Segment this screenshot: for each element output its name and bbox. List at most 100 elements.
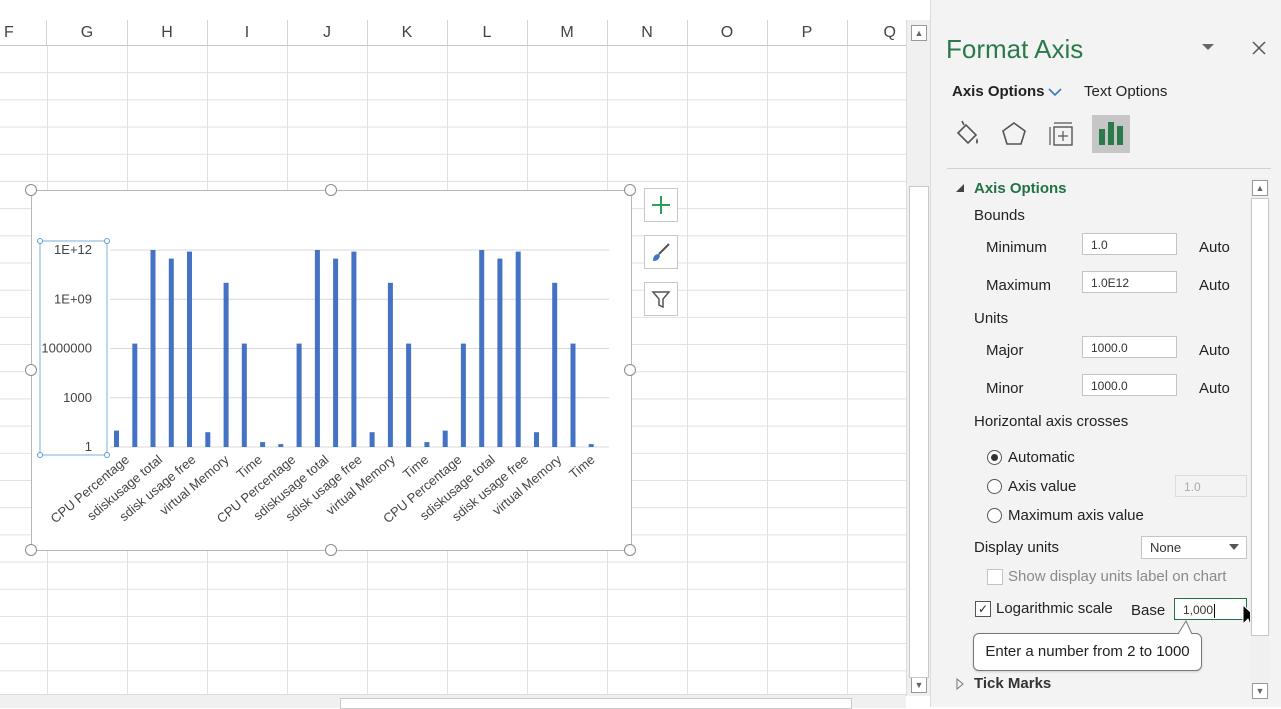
show-display-units-label: Show display units label on chart [1008, 568, 1227, 585]
minimum-input[interactable]: 1.0 [1082, 233, 1177, 255]
column-header-row: F G H I J K L M N O P Q [0, 20, 906, 46]
bar [314, 250, 320, 447]
column-header[interactable]: F [0, 20, 47, 45]
base-tooltip: Enter a number from 2 to 1000 [973, 633, 1202, 671]
column-header[interactable]: H [127, 20, 208, 45]
resize-handle[interactable] [325, 544, 337, 556]
size-properties-tab[interactable] [1045, 116, 1081, 152]
chart-elements-button[interactable] [644, 188, 678, 222]
axis-handle [37, 452, 43, 458]
bar [588, 444, 594, 447]
column-header[interactable]: G [47, 20, 128, 45]
x-tick-label: Time [566, 452, 597, 482]
display-units-value: None [1150, 540, 1182, 555]
section-axis-options[interactable]: Axis Options [974, 180, 1067, 197]
automatic-label[interactable]: Automatic [1008, 449, 1075, 466]
tab-divider [947, 168, 1271, 169]
axis-value-radio[interactable] [987, 479, 1002, 494]
chevron-down-icon[interactable] [1048, 87, 1062, 97]
automatic-radio[interactable] [987, 450, 1002, 465]
axis-handle [104, 238, 110, 244]
column-header[interactable]: O [687, 20, 768, 45]
bar [351, 251, 357, 447]
gridlines [110, 249, 609, 448]
show-display-units-checkbox[interactable] [987, 569, 1003, 585]
units-label: Units [974, 310, 1009, 327]
base-input[interactable]: 1,000 [1174, 598, 1247, 620]
horizontal-scroll-thumb[interactable] [340, 698, 852, 709]
effects-tab[interactable] [996, 116, 1032, 152]
column-header[interactable]: M [527, 20, 608, 45]
maximum-input[interactable]: 1.0E12 [1082, 271, 1177, 293]
major-auto-button[interactable]: Auto [1199, 342, 1230, 359]
pane-scroll-up-icon[interactable]: ▲ [1252, 180, 1268, 196]
tab-axis-options[interactable]: Axis Options [952, 83, 1045, 100]
resize-handle[interactable] [25, 544, 37, 556]
resize-handle[interactable] [624, 364, 636, 376]
bar [296, 343, 302, 447]
x-axis-tick-labels: CPU Percentagesdiskusage totalsdisk usag… [48, 451, 598, 526]
scroll-up-icon[interactable]: ▲ [911, 25, 927, 41]
resize-handle[interactable] [25, 364, 37, 376]
pane-scroll-thumb[interactable] [1251, 198, 1269, 636]
formula-bar-strip [0, 0, 930, 21]
bar [278, 444, 284, 447]
collapse-triangle-icon[interactable] [955, 183, 965, 193]
log-scale-label[interactable]: Logarithmic scale [996, 600, 1113, 617]
y-tick-label: 1E+09 [54, 291, 92, 306]
display-units-label: Display units [974, 539, 1060, 556]
log-scale-checkbox[interactable]: ✓ [975, 601, 991, 617]
chart-styles-button[interactable] [644, 235, 678, 269]
maximum-axis-value-label[interactable]: Maximum axis value [1008, 507, 1144, 524]
maximum-auto-button[interactable]: Auto [1199, 277, 1230, 294]
pane-scrollbar[interactable]: ▲ ▼ [1250, 178, 1270, 699]
maximum-axis-value-radio[interactable] [987, 508, 1002, 523]
vertical-scroll-thumb[interactable] [909, 186, 929, 678]
minor-input[interactable]: 1000.0 [1082, 374, 1177, 396]
column-header[interactable]: K [367, 20, 448, 45]
resize-handle[interactable] [624, 184, 636, 196]
column-header[interactable]: Q [847, 20, 906, 45]
minor-label: Minor [986, 380, 1024, 397]
bar [424, 442, 430, 447]
axis-options-tab[interactable] [1092, 115, 1130, 153]
column-header[interactable]: J [287, 20, 368, 45]
bar [460, 343, 466, 447]
pane-options-icon[interactable] [1201, 42, 1215, 52]
bar [369, 432, 375, 447]
column-header[interactable]: P [767, 20, 848, 45]
chart-filters-button[interactable] [644, 282, 678, 316]
size-properties-icon [1049, 122, 1073, 146]
close-icon[interactable] [1252, 41, 1266, 55]
bar [570, 343, 576, 447]
bar [132, 343, 138, 447]
pane-scroll-down-icon[interactable]: ▼ [1252, 683, 1268, 699]
expand-triangle-icon[interactable] [955, 678, 965, 690]
column-header[interactable]: I [207, 20, 288, 45]
bar [515, 251, 521, 447]
minimum-auto-button[interactable]: Auto [1199, 239, 1230, 256]
minor-auto-button[interactable]: Auto [1199, 380, 1230, 397]
tab-text-options[interactable]: Text Options [1084, 83, 1167, 100]
filter-icon [651, 291, 671, 309]
format-axis-pane: Format Axis Axis Options Text Options Ax… [930, 0, 1281, 707]
column-header[interactable]: N [607, 20, 688, 45]
major-input[interactable]: 1000.0 [1082, 336, 1177, 358]
column-header[interactable]: L [447, 20, 528, 45]
scroll-down-icon[interactable]: ▼ [911, 677, 927, 693]
dropdown-arrow-icon[interactable] [1229, 543, 1239, 551]
fill-line-tab[interactable] [949, 116, 985, 152]
axis-value-label[interactable]: Axis value [1008, 478, 1076, 495]
chart-object[interactable]: 1E+12 1E+09 1000000 1000 1 CPU Percentage sdi… [31, 190, 632, 551]
bar [114, 430, 119, 447]
y-tick-label: 1 [85, 439, 92, 454]
tick-marks-section[interactable]: Tick Marks [974, 675, 1051, 692]
bar [387, 282, 393, 447]
bar-chart[interactable]: 1E+12 1E+09 1000000 1000 1 CPU Percentagesdi… [32, 191, 631, 550]
resize-handle[interactable] [325, 184, 337, 196]
axis-value-input[interactable]: 1.0 [1175, 475, 1247, 497]
resize-handle[interactable] [624, 544, 636, 556]
resize-handle[interactable] [25, 184, 37, 196]
bar [205, 432, 211, 447]
bar [479, 250, 485, 447]
